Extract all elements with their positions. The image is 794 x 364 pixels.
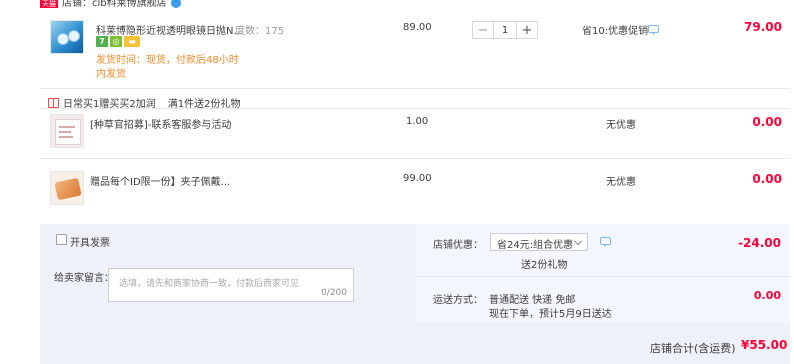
delivery-eta: 现在下单，预计5月9日送达 — [489, 309, 612, 320]
divider — [416, 276, 790, 277]
chevron-down-icon — [573, 236, 583, 246]
shop-discount-option: 省24元:组合优惠 — [497, 240, 574, 251]
seven-day-return-icon: 7 — [96, 36, 108, 47]
divider — [40, 88, 790, 89]
shop-discount-amount: -24.00 — [738, 236, 781, 250]
item-price: 1.00 — [406, 116, 429, 127]
shop-total-value: ¥55.00 — [741, 338, 788, 352]
product-thumbnail[interactable] — [50, 20, 84, 54]
shop-name[interactable]: 店铺：clb科莱博旗舰店 — [62, 0, 167, 9]
item-promo: 无优惠 — [606, 120, 636, 131]
shop-discount-select[interactable]: 省24元:组合优惠 — [490, 233, 588, 251]
gift-icon — [48, 97, 59, 108]
item-total: 79.00 — [744, 20, 782, 34]
shop-discount-sub: 送2份礼物 — [521, 260, 568, 271]
divider — [40, 158, 790, 159]
tmall-badge: 天猫 — [40, 0, 58, 8]
invoice-label[interactable]: 开具发票 — [70, 234, 110, 249]
shipping-note-cont: 内发货 — [96, 69, 126, 80]
delivery-method: 普通配送 快递 免邮 — [489, 295, 576, 306]
chat-icon[interactable] — [600, 237, 611, 247]
decrease-button[interactable]: − — [473, 22, 493, 38]
item-promo[interactable]: 省10:优惠促销 — [582, 22, 648, 37]
shop-discount-label: 店铺优惠： — [433, 240, 483, 251]
shop-total-label: 店铺合计(含运费) — [650, 342, 736, 355]
service-badges: 7 ◎ ▬ — [96, 36, 140, 47]
item-title[interactable]: 赠品每个ID限一份】夹子佩戴... — [90, 173, 230, 188]
product-thumbnail[interactable] — [50, 114, 84, 148]
item-price: 89.00 — [403, 22, 432, 33]
delivery-label: 运送方式： — [433, 295, 483, 306]
item-sku: 度数：175 — [235, 26, 285, 37]
memo-label: 给卖家留言： — [54, 273, 114, 284]
item-title[interactable]: 科莱博隐形近视透明眼镜日抛N... — [96, 22, 243, 37]
chat-icon[interactable] — [648, 25, 659, 35]
item-price: 99.00 — [403, 173, 432, 184]
quantity-value[interactable]: 1 — [493, 22, 517, 38]
credit-card-icon: ▬ — [124, 36, 140, 47]
item-title[interactable]: [种草官招募]-联系客服参与活动 — [90, 116, 231, 131]
invoice-checkbox[interactable] — [56, 234, 67, 245]
item-total: 0.00 — [752, 172, 782, 186]
seller-message-input[interactable]: 选填，请先和商家协商一致，付款后商家可见 0/200 — [108, 268, 354, 302]
item-total: 0.00 — [752, 115, 782, 129]
memo-char-count: 0/200 — [321, 288, 347, 298]
divider — [40, 108, 790, 109]
item-promo: 无优惠 — [606, 177, 636, 188]
shop-guarantee-icon: ◎ — [110, 36, 122, 47]
increase-button[interactable]: + — [517, 22, 537, 38]
delivery-amount: 0.00 — [753, 289, 781, 302]
info-icon[interactable] — [170, 0, 181, 8]
quantity-stepper[interactable]: − 1 + — [472, 21, 538, 39]
memo-placeholder: 选填，请先和商家协商一致，付款后商家可见 — [119, 279, 300, 289]
shop-header: 天猫 店铺：clb科莱博旗舰店 — [40, 0, 340, 10]
product-thumbnail[interactable] — [50, 171, 84, 205]
shipping-note: 发货时间：现货，付款后48小时 — [96, 55, 239, 66]
